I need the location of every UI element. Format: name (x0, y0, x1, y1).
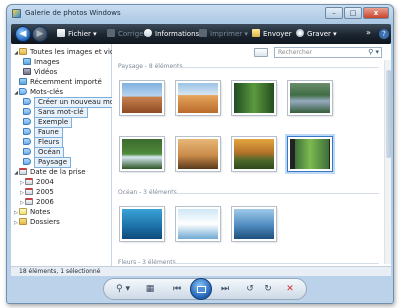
burn-label: Graver ▾ (307, 30, 337, 38)
tree-item-label: Récemment importé (30, 78, 102, 86)
photo-thumbnail[interactable] (120, 137, 164, 171)
tree-item-label: 2005 (36, 188, 54, 196)
tree-item-label: Images (34, 58, 60, 66)
help-icon[interactable]: ? (379, 29, 389, 39)
folder-icon (19, 48, 27, 55)
calendar-icon (25, 188, 33, 195)
search-placeholder: Rechercher (278, 49, 312, 56)
tag-icon (23, 128, 31, 135)
forward-button[interactable]: ▶ (32, 26, 48, 42)
tree-item-label: Notes (30, 208, 51, 216)
group-header[interactable]: Océan - 3 éléments (118, 189, 177, 197)
window-controls: – □ x (325, 7, 389, 19)
photo-thumbnail[interactable] (232, 81, 276, 115)
grid-view-button[interactable]: ▦ (144, 284, 156, 294)
tag-icon (19, 88, 27, 95)
tree-item-label: Date de la prise (30, 168, 86, 176)
minimize-button[interactable]: – (325, 7, 343, 19)
tree-item-label: Vidéos (34, 68, 58, 76)
info-button[interactable]: Informations (144, 29, 199, 38)
burn-menu[interactable]: Graver ▾ (296, 29, 337, 38)
more-chevron-icon[interactable]: » (366, 28, 371, 37)
calendar-icon (19, 168, 27, 175)
photo-thumbnail[interactable] (288, 81, 332, 115)
search-box[interactable]: Rechercher ⚲ ▾ (274, 47, 382, 58)
tree-item-label: Dossiers (30, 218, 60, 226)
tree-item-folders[interactable]: ▷ Dossiers (13, 217, 60, 228)
window-title: Galerie de photos Windows (25, 9, 121, 17)
navigation-pane: ◢ Toutes les images et vidéos Images Vidé… (11, 44, 134, 266)
video-thumbnail[interactable] (288, 137, 332, 171)
disc-icon (296, 29, 304, 37)
rotate-left-icon[interactable]: ↺ (244, 284, 256, 294)
close-button[interactable]: x (363, 7, 389, 19)
videos-icon (23, 68, 31, 75)
app-icon (12, 9, 21, 18)
file-menu-label: Fichier ▾ (68, 30, 97, 38)
view-options-button[interactable] (254, 48, 268, 57)
photo-thumbnail[interactable] (176, 81, 220, 115)
photo-thumbnail[interactable] (232, 207, 276, 241)
tree-item-label: 2004 (36, 178, 54, 186)
info-label: Informations (155, 30, 200, 38)
fix-icon (107, 29, 115, 37)
vertical-scrollbar[interactable] (384, 60, 391, 264)
back-button[interactable]: ◀ (15, 26, 31, 42)
group-divider (172, 193, 379, 194)
search-icon[interactable]: ⚲ ▾ (368, 48, 379, 57)
info-icon (144, 29, 152, 37)
playback-control-bar: ⚲ ▾ ▦ ⏮ ⏭ ↺ ↻ ✕ (103, 278, 307, 300)
tree-item-label: Mots-clés (30, 88, 63, 96)
print-label: Imprimer ▾ (210, 30, 248, 38)
notes-icon (19, 208, 27, 215)
calendar-icon (25, 198, 33, 205)
slideshow-icon (197, 286, 206, 293)
view-control-bar: Rechercher ⚲ ▾ (112, 44, 391, 60)
photo-thumbnail[interactable] (176, 207, 220, 241)
mail-icon (252, 29, 260, 37)
tag-icon (23, 138, 31, 145)
zoom-button[interactable]: ⚲ ▾ (114, 284, 132, 294)
maximize-button[interactable]: □ (344, 7, 362, 19)
folder-icon (19, 218, 27, 225)
tag-icon (23, 98, 31, 105)
photo-thumbnail[interactable] (120, 81, 164, 115)
gallery-window: Galerie de photos Windows – □ x ◀ ▶ Fich… (6, 4, 394, 304)
group-divider (172, 263, 379, 264)
photo-thumbnail[interactable] (232, 137, 276, 171)
photo-thumbnail[interactable] (176, 137, 220, 171)
thumbnail-pane: Rechercher ⚲ ▾ Paysage - 8 éléments Océa… (112, 44, 391, 266)
scrollbar-thumb[interactable] (386, 70, 391, 158)
print-menu[interactable]: Imprimer ▾ (199, 29, 248, 38)
status-bar: 18 éléments, 1 sélectionné (11, 266, 391, 276)
previous-button[interactable]: ⏮ (170, 284, 184, 294)
rotate-right-icon[interactable]: ↻ (262, 284, 274, 294)
file-icon (57, 29, 65, 37)
delete-icon[interactable]: ✕ (284, 284, 296, 294)
slideshow-button[interactable] (190, 278, 212, 300)
printer-icon (199, 29, 207, 37)
recent-icon (19, 78, 27, 85)
photo-thumbnail[interactable] (120, 207, 164, 241)
fix-label: Corriger (118, 30, 147, 38)
tag-icon (23, 158, 31, 165)
fix-button[interactable]: Corriger (107, 29, 146, 38)
calendar-icon (25, 178, 33, 185)
tag-icon (23, 108, 31, 115)
send-label: Envoyer (263, 30, 292, 38)
send-button[interactable]: Envoyer (252, 29, 292, 38)
title-bar: Galerie de photos Windows – □ x (7, 5, 393, 23)
tag-icon (23, 118, 31, 125)
command-toolbar: ◀ ▶ Fichier ▾ Corriger Informations Impr… (11, 24, 391, 44)
images-icon (23, 58, 31, 65)
tree-item-label: 2006 (36, 198, 54, 206)
next-button[interactable]: ⏭ (218, 284, 232, 294)
file-menu[interactable]: Fichier ▾ (57, 29, 97, 38)
status-text: 18 éléments, 1 sélectionné (19, 268, 101, 275)
group-divider (172, 67, 379, 68)
tag-icon (23, 148, 31, 155)
